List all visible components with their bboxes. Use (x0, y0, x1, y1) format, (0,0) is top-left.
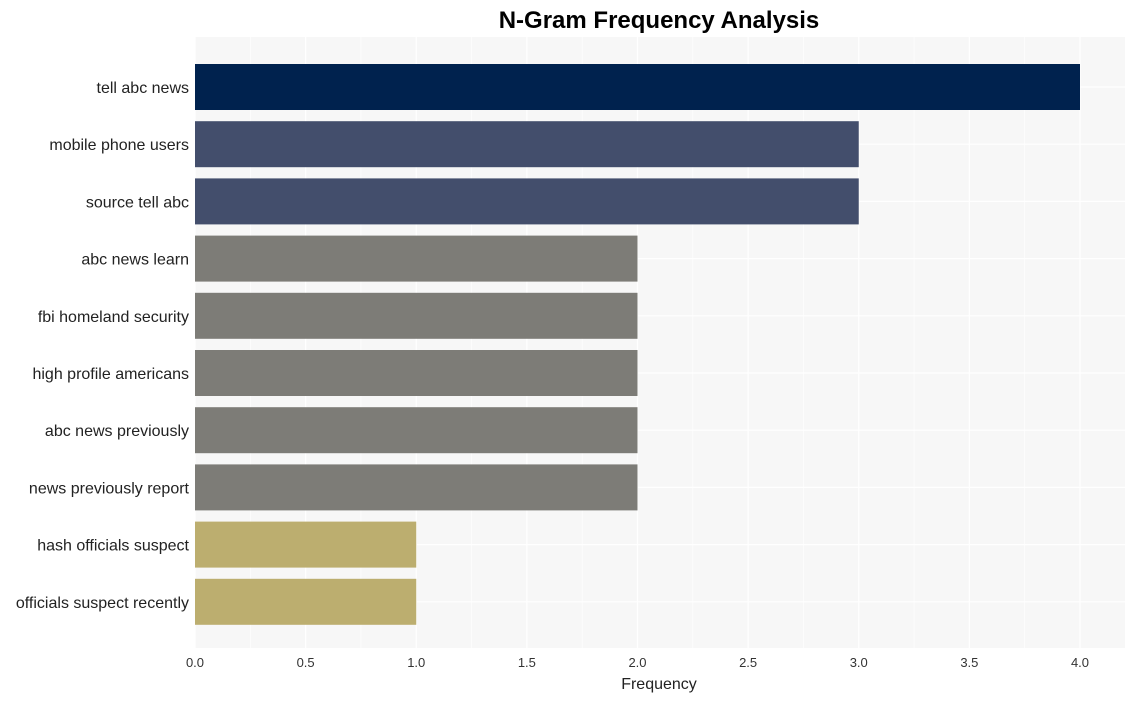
chart-title: N-Gram Frequency Analysis (499, 7, 820, 34)
bar-hash-officials-suspect (195, 521, 417, 568)
y-tick-label: news previously report (29, 480, 190, 497)
y-tick-label: tell abc news (97, 80, 190, 97)
x-tick-label: 1.5 (518, 655, 536, 670)
y-tick-label: source tell abc (86, 194, 189, 211)
y-tick-label: abc news learn (81, 252, 189, 269)
y-tick-label: officials suspect recently (16, 595, 189, 612)
bar-abc-news-previously (195, 407, 638, 454)
x-tick-label: 2.5 (739, 655, 757, 670)
ngram-bar-chart: tell abc news mobile phone users source te… (16, 7, 1125, 693)
y-tick-label: mobile phone users (49, 137, 189, 154)
bar-mobile-phone-users (195, 121, 859, 168)
bar-news-previously-report (195, 464, 638, 511)
x-tick-label: 3.0 (850, 655, 868, 670)
x-tick-label: 0.5 (297, 655, 315, 670)
x-tick-label: 0.0 (186, 655, 204, 670)
y-tick-label: abc news previously (45, 423, 189, 440)
x-tick-label: 3.5 (960, 655, 978, 670)
y-axis-labels: tell abc news mobile phone users source te… (16, 80, 190, 612)
y-tick-label: hash officials suspect (37, 538, 189, 555)
x-axis-ticks: 0.0 0.5 1.0 1.5 2.0 2.5 3.0 3.5 4.0 (186, 655, 1089, 670)
bar-fbi-homeland-security (195, 292, 638, 339)
y-tick-label: high profile americans (32, 366, 189, 383)
bar-high-profile-americans (195, 350, 638, 396)
x-axis-label: Frequency (621, 676, 697, 693)
bar-abc-news-learn (195, 235, 638, 282)
bar-tell-abc-news (195, 64, 1080, 110)
bar-officials-suspect-recently (195, 578, 417, 625)
x-tick-label: 1.0 (407, 655, 425, 670)
bar-source-tell-abc (195, 178, 859, 225)
x-tick-label: 2.0 (628, 655, 646, 670)
y-tick-label: fbi homeland security (38, 309, 189, 326)
x-tick-label: 4.0 (1071, 655, 1089, 670)
